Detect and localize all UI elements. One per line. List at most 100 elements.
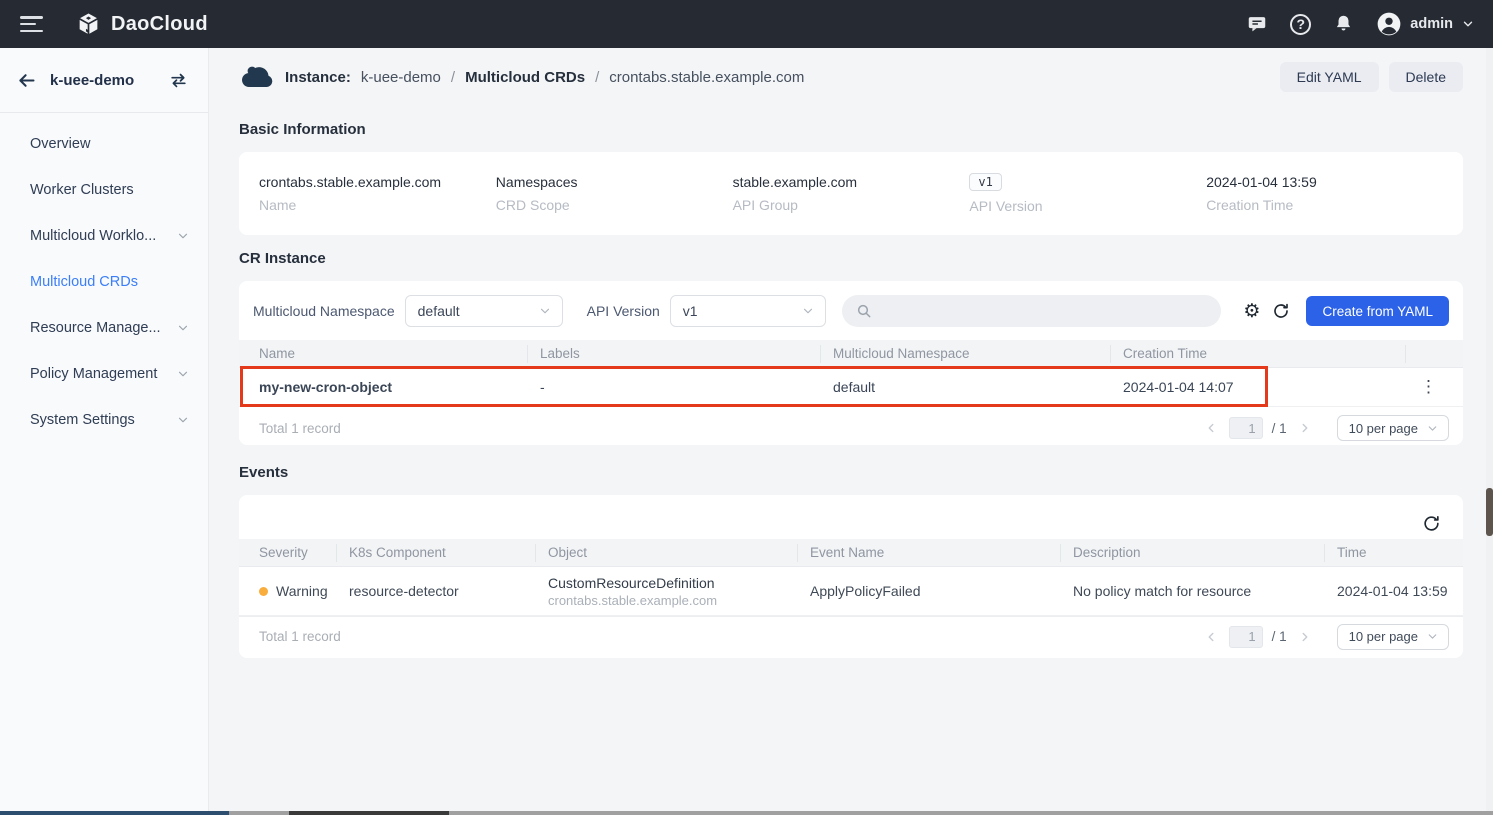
events-card: Severity K8s Component Object Event Name…: [239, 495, 1463, 658]
cloud-icon: [239, 62, 275, 92]
column-header: Labels: [528, 345, 821, 363]
time-cell: 2024-01-04 13:59: [1325, 583, 1463, 599]
page-input[interactable]: 1: [1229, 417, 1263, 439]
cr-table-header: Name Labels Multicloud Namespace Creatio…: [239, 340, 1463, 368]
search-icon: [856, 303, 872, 319]
sidebar-item-overview[interactable]: Overview: [0, 121, 208, 167]
column-header: Event Name: [798, 544, 1061, 562]
api-version-select[interactable]: v1: [670, 295, 826, 327]
object-cell: CustomResourceDefinition crontabs.stable…: [536, 575, 798, 608]
avatar-icon: [1376, 11, 1402, 37]
cr-instance-title: CR Instance: [239, 250, 1463, 267]
refresh-icon[interactable]: [1266, 302, 1296, 320]
page-size-select[interactable]: 10 per page: [1337, 624, 1449, 650]
username: admin: [1410, 16, 1453, 32]
column-header: Multicloud Namespace: [821, 345, 1111, 363]
crumb-current: crontabs.stable.example.com: [609, 69, 804, 86]
notifications-bell-icon[interactable]: [1333, 13, 1354, 35]
help-icon[interactable]: ?: [1290, 14, 1311, 35]
crd-scope-value: Namespaces: [496, 174, 733, 190]
component-cell: resource-detector: [337, 583, 536, 599]
sidebar-item-multicloud-crds[interactable]: Multicloud CRDs: [0, 259, 208, 305]
api-version-badge: v1: [969, 173, 1001, 191]
sidebar-item-multicloud-workloads[interactable]: Multicloud Worklo...: [0, 213, 208, 259]
row-actions-kebab-icon[interactable]: ⋮: [1420, 377, 1437, 397]
column-header: Description: [1061, 544, 1325, 562]
severity-cell: Warning: [239, 583, 337, 599]
column-header: Creation Time: [1111, 345, 1406, 363]
messages-icon[interactable]: [1246, 13, 1268, 35]
column-header: Name: [239, 345, 528, 363]
cr-name-cell[interactable]: my-new-cron-object: [239, 379, 528, 395]
settings-gear-icon[interactable]: ⚙: [1237, 302, 1266, 321]
cr-namespace-cell: default: [821, 379, 1111, 395]
prev-page-icon[interactable]: [1202, 421, 1220, 435]
warning-dot-icon: [259, 587, 268, 596]
scrollbar[interactable]: [1486, 48, 1493, 815]
next-page-icon[interactable]: [1296, 630, 1314, 644]
chevron-down-icon: [1461, 17, 1475, 31]
prev-page-icon[interactable]: [1202, 630, 1220, 644]
create-from-yaml-button[interactable]: Create from YAML: [1306, 296, 1449, 326]
cr-instance-card: Multicloud Namespace default API Version…: [239, 281, 1463, 445]
event-name-cell: ApplyPolicyFailed: [798, 583, 1061, 599]
brand-logo[interactable]: DaoCloud: [75, 11, 208, 38]
column-header: Object: [536, 544, 798, 562]
chevron-down-icon: [176, 229, 190, 243]
crumb-cluster[interactable]: k-uee-demo: [361, 69, 441, 86]
search-input[interactable]: [880, 303, 1208, 319]
sidebar: k-uee-demo Overview Worker Clusters Mult…: [0, 48, 209, 815]
creation-time-value: 2024-01-04 13:59: [1206, 174, 1443, 190]
crumb-multicloud-crds[interactable]: Multicloud CRDs: [465, 69, 585, 86]
crd-name-value: crontabs.stable.example.com: [259, 174, 496, 190]
edit-yaml-button[interactable]: Edit YAML: [1280, 62, 1379, 92]
brand-name: DaoCloud: [111, 13, 208, 36]
events-title: Events: [239, 464, 1463, 481]
delete-button[interactable]: Delete: [1389, 62, 1463, 92]
daocloud-logo-icon: [75, 11, 102, 38]
next-page-icon[interactable]: [1296, 421, 1314, 435]
basic-information-title: Basic Information: [239, 121, 1463, 138]
namespace-select[interactable]: default: [405, 295, 563, 327]
scrollbar-thumb[interactable]: [1486, 488, 1493, 536]
chevron-down-icon: [176, 367, 190, 381]
events-refresh-icon[interactable]: [1416, 514, 1447, 533]
main-content: Instance: k-uee-demo / Multicloud CRDs /…: [209, 48, 1493, 815]
window-bottom-edge: [0, 811, 1493, 815]
chevron-down-icon: [1426, 630, 1439, 643]
hamburger-menu-icon[interactable]: [20, 16, 43, 32]
cluster-name: k-uee-demo: [50, 72, 156, 89]
back-arrow-icon[interactable]: [14, 68, 39, 93]
page-size-select[interactable]: 10 per page: [1337, 415, 1449, 441]
column-header: Severity: [239, 544, 337, 562]
sidebar-item-resource-management[interactable]: Resource Manage...: [0, 305, 208, 351]
event-row: Warning resource-detector CustomResource…: [239, 567, 1463, 616]
chevron-down-icon: [176, 413, 190, 427]
cr-creation-time-cell: 2024-01-04 14:07: [1111, 379, 1406, 395]
sidebar-item-policy-management[interactable]: Policy Management: [0, 351, 208, 397]
breadcrumb: Instance: k-uee-demo / Multicloud CRDs /…: [239, 48, 1463, 106]
instance-label: Instance:: [285, 69, 351, 86]
api-group-value: stable.example.com: [733, 174, 970, 190]
table-row[interactable]: my-new-cron-object - default 2024-01-04 …: [239, 368, 1463, 407]
column-header: K8s Component: [337, 544, 536, 562]
switch-cluster-icon[interactable]: [167, 69, 190, 92]
description-cell: No policy match for resource: [1061, 583, 1325, 599]
events-pagination: Total 1 record 1 / 1 10 per page: [239, 616, 1463, 656]
column-header: Time: [1325, 544, 1463, 562]
chevron-down-icon: [176, 321, 190, 335]
sidebar-item-worker-clusters[interactable]: Worker Clusters: [0, 167, 208, 213]
cr-labels-cell: -: [528, 379, 821, 395]
chevron-down-icon: [801, 304, 815, 318]
basic-information-card: crontabs.stable.example.com Name Namespa…: [239, 152, 1463, 235]
divider: [0, 112, 208, 113]
user-menu[interactable]: admin: [1376, 11, 1475, 37]
cr-pagination: Total 1 record 1 / 1 10 per page: [239, 407, 1463, 449]
chevron-down-icon: [538, 304, 552, 318]
topbar: DaoCloud ?: [0, 0, 1493, 48]
search-box[interactable]: [842, 295, 1222, 327]
sidebar-item-system-settings[interactable]: System Settings: [0, 397, 208, 443]
page-input[interactable]: 1: [1229, 626, 1263, 648]
events-table-header: Severity K8s Component Object Event Name…: [239, 539, 1463, 567]
column-header-actions: [1406, 345, 1463, 363]
